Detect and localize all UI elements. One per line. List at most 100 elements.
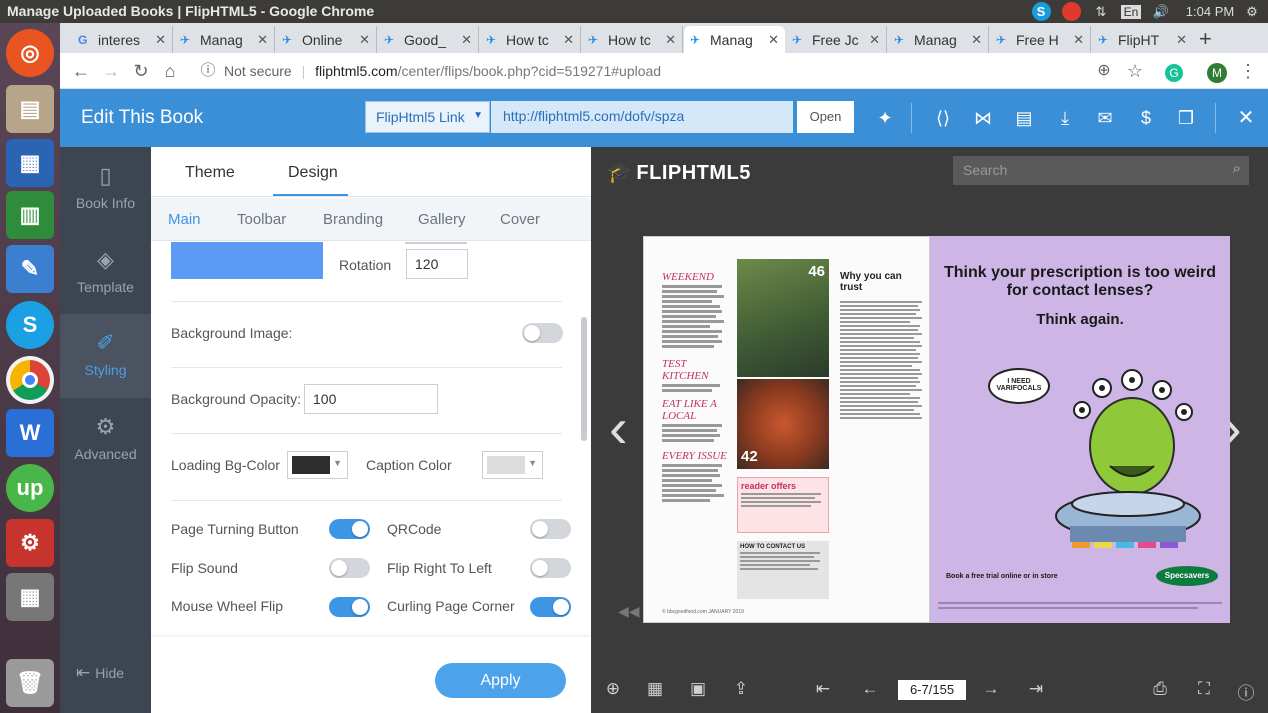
search-icon[interactable]: ⌕	[1233, 160, 1241, 177]
previous-page-icon[interactable]: ←	[859, 679, 881, 699]
share-icon[interactable]: ⋈	[970, 105, 996, 131]
magic-wand-icon[interactable]: ✦	[872, 105, 898, 131]
close-tab-icon[interactable]: ✕	[359, 32, 370, 48]
chrome-icon[interactable]	[6, 356, 54, 404]
tab-theme[interactable]: Theme	[185, 164, 235, 182]
subtab-branding[interactable]: Branding	[323, 211, 383, 228]
close-tab-icon[interactable]: ✕	[461, 32, 472, 48]
wps-icon[interactable]: W	[6, 409, 54, 457]
profile-avatar[interactable]: M	[1207, 63, 1227, 83]
download-icon[interactable]: ⤓	[1052, 105, 1078, 131]
upwork-icon[interactable]: up	[6, 464, 54, 512]
keyboard-lang-indicator[interactable]: En	[1120, 4, 1142, 19]
calculator-icon[interactable]: ▦	[6, 573, 54, 621]
close-tab-icon[interactable]: ✕	[971, 32, 982, 48]
browser-tab[interactable]: ✈ Manag ✕	[888, 26, 989, 53]
loading-bg-color-picker[interactable]: ▼	[287, 451, 348, 479]
mouse-wheel-flip-toggle[interactable]	[329, 597, 370, 617]
browser-tab[interactable]: ✈ How tc ✕	[480, 26, 581, 53]
browser-tab[interactable]: Ginteres ✕	[72, 26, 173, 53]
seo-icon[interactable]: ▤	[1011, 105, 1037, 131]
qrcode-toggle[interactable]	[530, 519, 571, 539]
subtab-main[interactable]: Main	[168, 211, 201, 228]
new-tab-plus-icon[interactable]: +	[1199, 26, 1212, 52]
clock[interactable]: 1:04 PM	[1184, 2, 1236, 21]
share-icon[interactable]: ⇪	[730, 679, 752, 699]
close-tab-icon[interactable]: ✕	[869, 32, 880, 48]
trash-icon[interactable]: 🗑	[6, 659, 54, 707]
grammarly-icon[interactable]: G	[1165, 64, 1183, 82]
close-tab-icon[interactable]: ✕	[1176, 32, 1187, 48]
apply-button[interactable]: Apply	[435, 663, 566, 698]
sidebar-item-book-info[interactable]: ▯ Book Info	[60, 147, 151, 231]
preview-search-input[interactable]: Search ⌕	[953, 156, 1249, 185]
flip-sound-toggle[interactable]	[329, 558, 370, 578]
rotation-input[interactable]: 120	[406, 249, 468, 279]
settings-gear-icon[interactable]: ⚙	[1242, 2, 1262, 21]
close-tab-icon[interactable]: ✕	[768, 32, 779, 48]
info-icon[interactable]: ⓘ	[197, 60, 219, 82]
tab-design[interactable]: Design	[288, 164, 338, 182]
browser-tab[interactable]: ✈ Good_ ✕	[378, 26, 479, 53]
back-arrow-icon[interactable]: ←	[70, 60, 92, 82]
browser-tab[interactable]: ✈ FlipHT ✕	[1092, 26, 1193, 53]
browser-tab-active[interactable]: ✈ Manag ✕	[684, 26, 785, 53]
volume-icon[interactable]: 🔊	[1150, 2, 1172, 21]
close-tab-icon[interactable]: ✕	[155, 32, 166, 48]
background-image-toggle[interactable]	[522, 323, 563, 343]
sidebar-item-template[interactable]: ◈ Template	[60, 231, 151, 315]
browser-tab[interactable]: ✈ How tc ✕	[582, 26, 683, 53]
last-page-icon[interactable]: ⇥	[1025, 679, 1047, 699]
background-opacity-input[interactable]: 100	[304, 384, 438, 414]
book-link-field[interactable]: http://fliphtml5.com/dofv/spza	[491, 101, 793, 133]
open-link-button[interactable]: Open	[797, 101, 854, 133]
caption-color-picker[interactable]: ▼	[482, 451, 543, 479]
forward-arrow-icon[interactable]: →	[100, 60, 122, 82]
ubuntu-dash-icon[interactable]: ◎	[6, 29, 54, 77]
reload-icon[interactable]: ↻	[130, 60, 152, 82]
bookmark-star-icon[interactable]: ☆	[1124, 60, 1146, 82]
hide-sidebar-button[interactable]: ⇤ Hide	[76, 663, 124, 683]
zoom-in-icon[interactable]: ⊕	[602, 679, 624, 699]
browser-tab[interactable]: ✈ Manag ✕	[174, 26, 275, 53]
writer-icon[interactable]: ▦	[6, 139, 54, 187]
close-tab-icon[interactable]: ✕	[665, 32, 676, 48]
network-icon[interactable]: ⇅	[1090, 2, 1112, 21]
home-icon[interactable]: ⌂	[159, 60, 181, 82]
close-tab-icon[interactable]: ✕	[1073, 32, 1084, 48]
previous-page-arrow-icon[interactable]: ‹	[609, 395, 628, 460]
zoom-icon[interactable]: ⊕	[1093, 60, 1115, 82]
next-page-icon[interactable]: →	[980, 679, 1002, 699]
software-center-icon[interactable]: ✎	[6, 245, 54, 293]
sidebar-item-styling[interactable]: ✐ Styling	[60, 314, 151, 398]
dollar-sell-icon[interactable]: $	[1133, 105, 1159, 131]
browser-tab[interactable]: ✈ Free Jc ✕	[786, 26, 887, 53]
calc-icon[interactable]: ▥	[6, 191, 54, 239]
print-icon[interactable]: ⎙	[1149, 679, 1171, 699]
browser-tab[interactable]: ✈ Free H ✕	[990, 26, 1091, 53]
chrome-menu-icon[interactable]: ⋮	[1237, 60, 1259, 82]
flip-right-to-left-toggle[interactable]	[530, 558, 571, 578]
subtab-cover[interactable]: Cover	[500, 211, 540, 228]
close-tab-icon[interactable]: ✕	[563, 32, 574, 48]
panel-scrollbar[interactable]	[581, 317, 587, 441]
sidebar-item-advanced[interactable]: ⚙ Advanced	[60, 398, 151, 482]
link-type-select[interactable]: FlipHtml5 Link ▼	[365, 101, 490, 133]
info-icon[interactable]: ⓘ	[1235, 679, 1257, 704]
system-tools-icon[interactable]: ⚙	[6, 519, 54, 567]
first-page-icon[interactable]: ⇤	[812, 679, 834, 699]
stop-tray-icon[interactable]	[1061, 2, 1081, 21]
close-tab-icon[interactable]: ✕	[257, 32, 268, 48]
first-page-icon[interactable]: ◀◀	[618, 603, 640, 620]
page-number-input[interactable]: 6-7/155	[898, 680, 966, 700]
browser-tab[interactable]: ✈ Online ✕	[276, 26, 377, 53]
files-icon[interactable]: ▤	[6, 85, 54, 133]
curling-page-corner-toggle[interactable]	[530, 597, 571, 617]
book-spread[interactable]: WEEKEND TEST KITCHEN EAT LIKE A LOCAL EV…	[643, 236, 1237, 623]
page-turning-button-toggle[interactable]	[329, 519, 370, 539]
background-color-preview[interactable]	[171, 242, 323, 279]
subtab-toolbar[interactable]: Toolbar	[237, 211, 286, 228]
embed-code-icon[interactable]: ⟨⟩	[930, 105, 956, 131]
email-icon[interactable]: ✉	[1092, 105, 1118, 131]
close-editor-icon[interactable]: ✕	[1233, 105, 1259, 131]
